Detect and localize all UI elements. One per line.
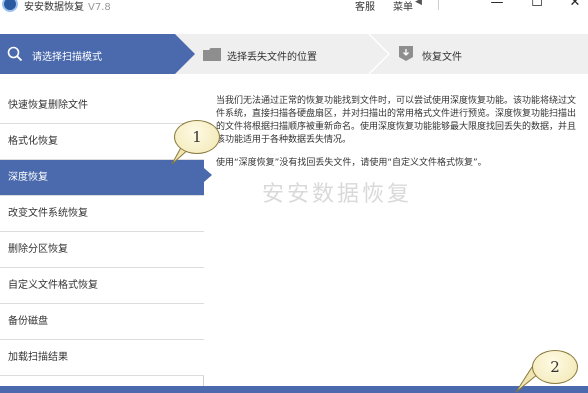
service-link[interactable]: 客服 <box>355 0 375 13</box>
step-separator <box>368 34 390 74</box>
step-select-location: 选择丢失文件的位置 <box>227 52 317 63</box>
sidebar-item-custom-format-recover[interactable]: 自定义文件格式恢复 <box>0 268 204 304</box>
minimize-button[interactable]: — <box>488 0 506 12</box>
description-hint: 使用“深度恢复”没有找回丢失文件，请使用“自定义文件格式恢复”。 <box>216 158 487 168</box>
description-paragraph: 当我们无法通过正常的恢复功能找到文件时，可以尝试使用深度恢复功能。该功能将绕过文… <box>216 96 577 145</box>
menu-link[interactable]: 菜单 <box>393 0 413 13</box>
title-bar: 安安数据恢复 V7.8 客服 菜单 ◀ — ☐ ✕ <box>0 0 588 14</box>
mode-description: 当我们无法通过正常的恢复功能找到文件时，可以尝试使用深度恢复功能。该功能将绕过文… <box>216 95 580 170</box>
maximize-button[interactable]: ☐ <box>528 0 546 12</box>
steps-breadcrumb: 请选择扫描模式 选择丢失文件的位置 恢复文件 <box>0 34 588 74</box>
sidebar-item-filesystem-recover[interactable]: 改变文件系统恢复 <box>0 196 204 232</box>
bottom-action-bar <box>0 386 588 393</box>
callout-one: 1 <box>174 120 220 154</box>
folder-icon <box>203 48 221 61</box>
app-name: 安安数据恢复 <box>24 2 84 13</box>
sidebar-item-load-scan-results[interactable]: 加载扫描结果 <box>0 340 204 376</box>
menu-caret-icon[interactable]: ◀ <box>415 0 422 7</box>
active-item-pointer <box>204 168 212 182</box>
app-logo <box>2 0 18 12</box>
download-icon <box>399 46 413 61</box>
search-icon <box>7 46 23 62</box>
step-recover-files: 恢复文件 <box>422 52 462 63</box>
watermark-text: 安安数据恢复 <box>262 182 413 207</box>
sidebar-item-backup-disk[interactable]: 备份磁盘 <box>0 304 204 340</box>
callout-two: 2 <box>532 350 578 384</box>
sidebar-item-quick-recover[interactable]: 快速恢复删除文件 <box>0 88 204 124</box>
app-version: V7.8 <box>88 2 111 13</box>
titlebar-divider <box>438 0 439 10</box>
close-button[interactable]: ✕ <box>566 0 584 12</box>
app-window: 安安数据恢复 V7.8 客服 菜单 ◀ — ☐ ✕ 请选择扫描模式 选择丢失文件的… <box>0 0 588 393</box>
sidebar-item-partition-recover[interactable]: 删除分区恢复 <box>0 232 204 268</box>
step-select-scan-mode: 请选择扫描模式 <box>32 52 102 63</box>
app-title: 安安数据恢复 V7.8 <box>24 0 111 13</box>
